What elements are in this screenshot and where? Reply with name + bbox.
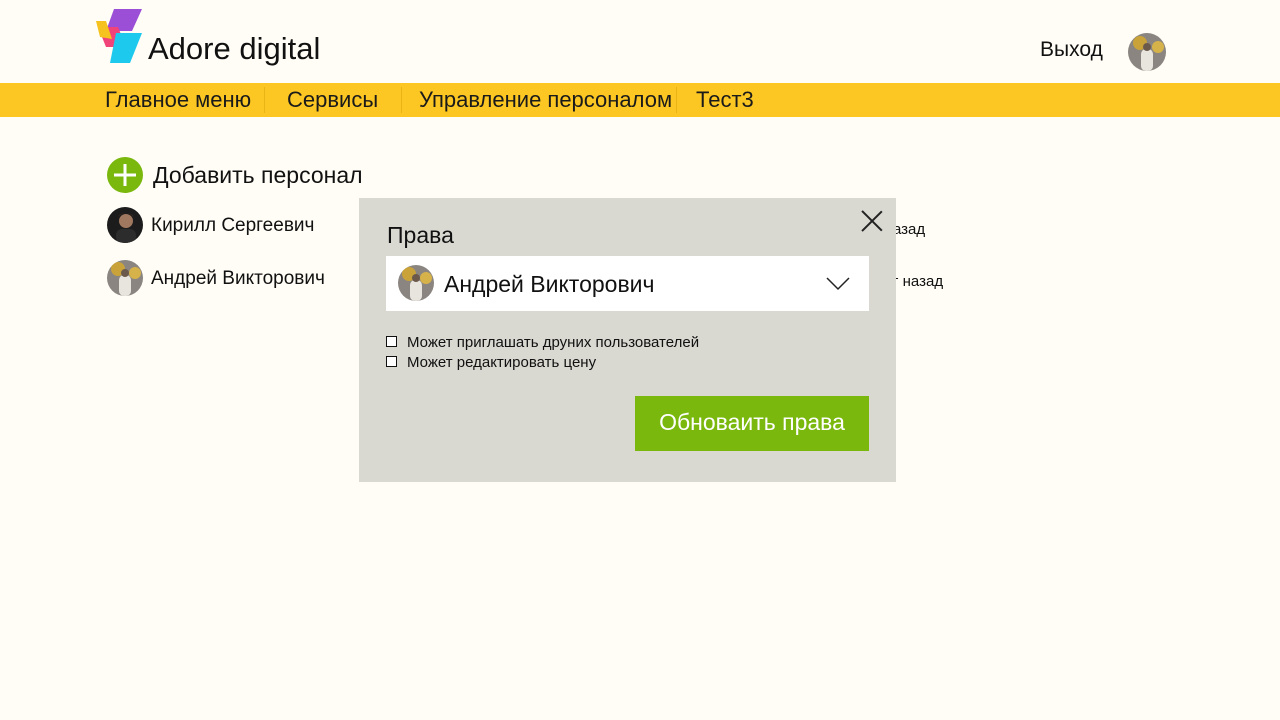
user-photo-icon[interactable]	[1128, 33, 1166, 71]
selected-user-name: Андрей Викторович	[444, 271, 655, 297]
staff-last-seen: азад	[893, 221, 926, 238]
checkbox-invite-users[interactable]	[386, 336, 397, 347]
add-staff-label: Добавить персонал	[153, 162, 363, 188]
staff-avatar	[107, 207, 143, 243]
staff-avatar	[107, 260, 143, 296]
logout-link[interactable]: Выход	[1040, 38, 1103, 62]
nav-divider	[676, 87, 677, 113]
staff-last-seen: г назад	[893, 273, 944, 290]
header: Adore digital Выход	[0, 0, 1280, 83]
checkbox-edit-price[interactable]	[386, 356, 397, 367]
user-select-dropdown[interactable]: Андрей Викторович	[386, 256, 869, 311]
plus-circle-icon[interactable]	[107, 157, 143, 193]
chevron-down-icon[interactable]	[826, 277, 850, 291]
adore-digital-logo[interactable]	[96, 9, 144, 65]
selected-user-avatar	[398, 265, 434, 301]
staff-name: Кирилл Сергеевич	[151, 215, 315, 236]
brand-name: Adore digital	[148, 31, 321, 66]
nav-item-test3[interactable]: Тест3	[696, 83, 754, 117]
staff-name: Андрей Викторович	[151, 268, 325, 289]
nav-item-main-menu[interactable]: Главное меню	[105, 83, 251, 117]
modal-title: Права	[387, 222, 454, 248]
main-nav: Главное меню Сервисы Управление персонал…	[0, 83, 1280, 117]
nav-divider	[264, 87, 265, 113]
nav-divider	[401, 87, 402, 113]
nav-item-staff-management[interactable]: Управление персоналом	[419, 83, 672, 117]
permissions-modal: Права Андрей Викторович Может приглашать…	[359, 198, 896, 482]
close-icon[interactable]	[861, 210, 883, 232]
update-permissions-button[interactable]: Обноваить права	[635, 396, 869, 451]
permission-label: Может редактировать цену	[407, 354, 597, 371]
nav-item-services[interactable]: Сервисы	[287, 83, 378, 117]
permission-label: Может приглашать друних пользователей	[407, 334, 700, 351]
